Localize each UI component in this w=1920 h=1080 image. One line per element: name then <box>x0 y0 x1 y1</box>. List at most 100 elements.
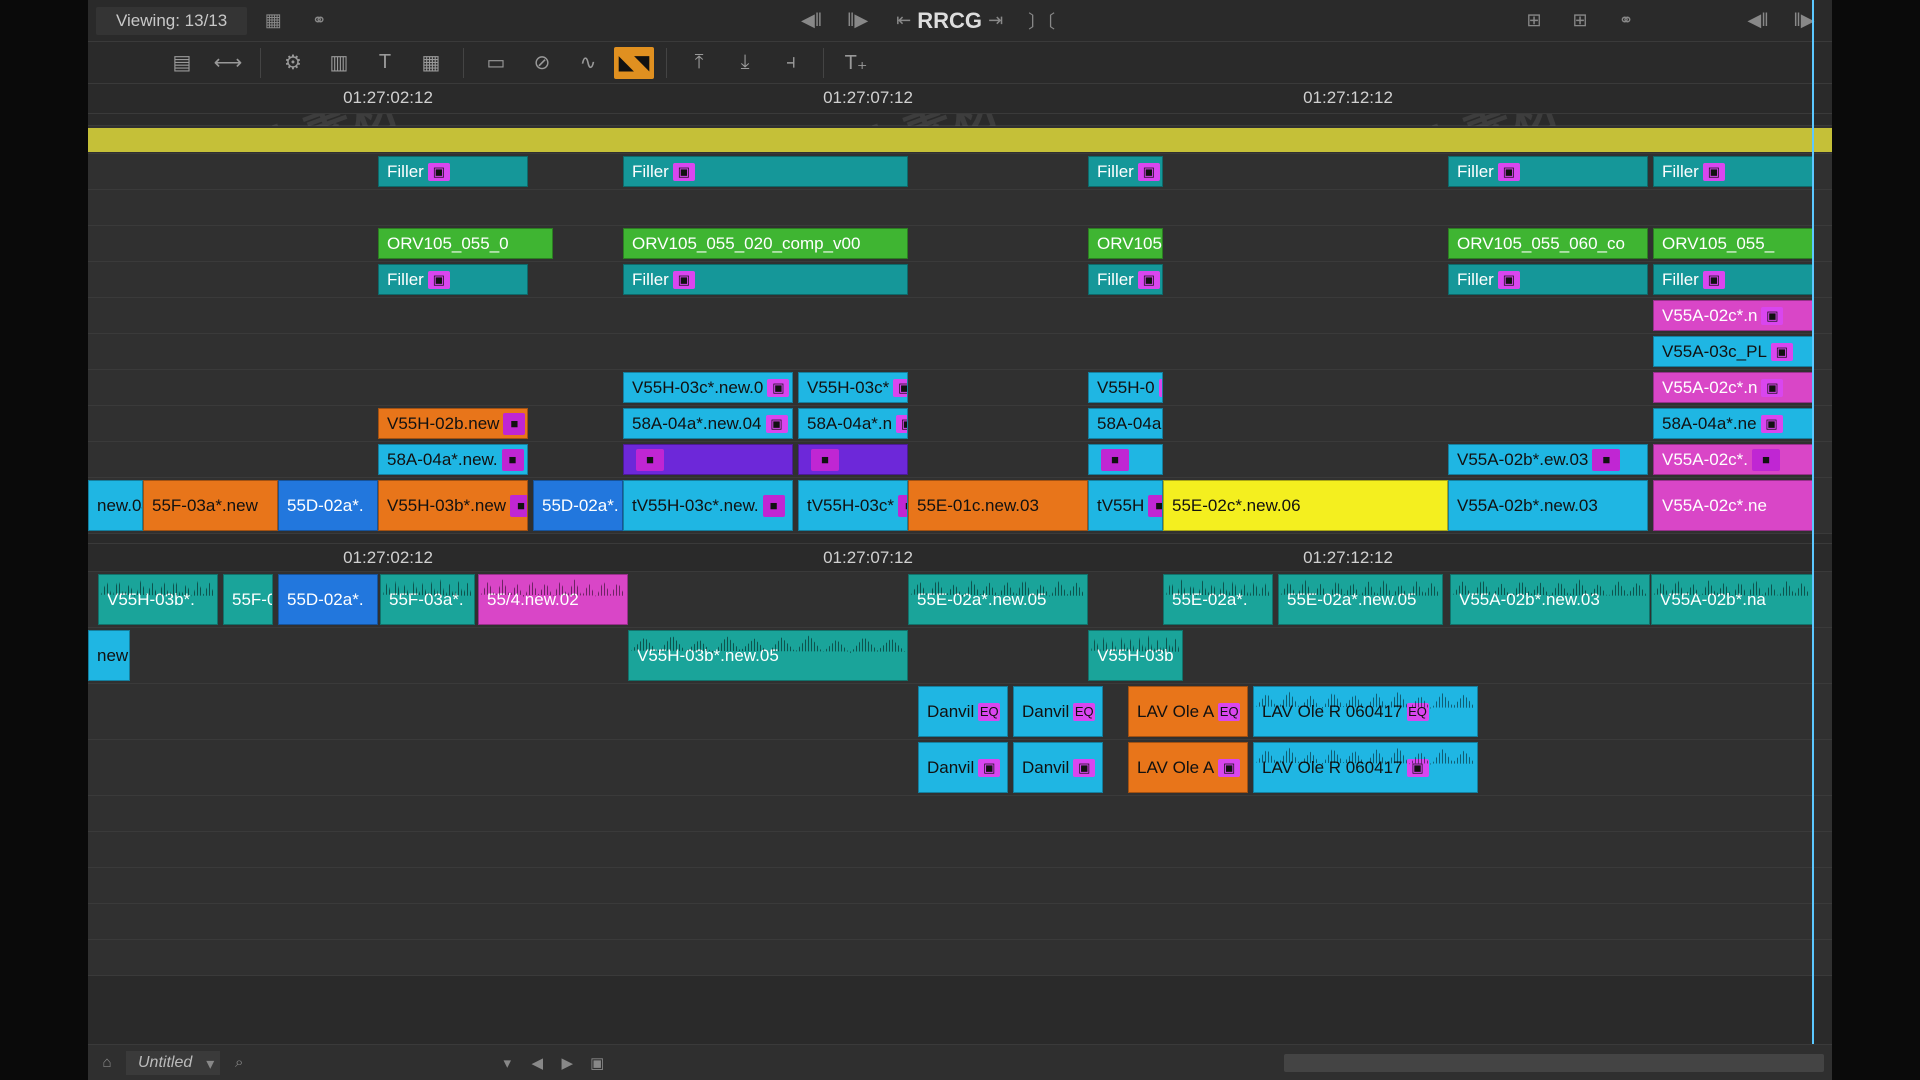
grid-icon[interactable]: ⊞ <box>1514 7 1554 35</box>
track-row[interactable] <box>88 796 1832 832</box>
clip[interactable]: 58A-04a*.new.■ <box>378 444 528 475</box>
clip[interactable]: ORV105 <box>1088 228 1163 259</box>
split-icon[interactable]: 〕〔 <box>1022 7 1062 35</box>
wave-icon[interactable]: ∿ <box>568 47 608 79</box>
clip[interactable]: 55D-02a*. <box>278 574 378 625</box>
clip[interactable]: V55H-0▣ <box>1088 372 1163 403</box>
clip[interactable]: new.04 <box>88 480 143 531</box>
overwrite-icon[interactable]: ⟷ <box>208 47 248 79</box>
clip[interactable]: V55A-02b*.na <box>1651 574 1813 625</box>
in-out-range[interactable] <box>88 126 1832 154</box>
clip[interactable]: LAV Ole A▣ <box>1128 742 1248 793</box>
clip[interactable]: LAV Ole R 060417▣ <box>1253 742 1478 793</box>
clip[interactable]: 55F-03a*. <box>380 574 475 625</box>
clip[interactable]: 55E-02a*.new.05 <box>908 574 1088 625</box>
track-row[interactable]: V55A-02c*.n▣ <box>88 298 1832 334</box>
clip[interactable]: ORV105_055_060_co <box>1448 228 1648 259</box>
clip[interactable]: tV55H■ <box>1088 480 1163 531</box>
clip[interactable]: V55A-02c*.n▣ <box>1653 300 1813 331</box>
clip[interactable]: Filler▣ <box>1088 156 1163 187</box>
step-back-icon[interactable]: ◀‖ <box>792 7 832 35</box>
clip[interactable]: ■ <box>623 444 793 475</box>
track-row[interactable]: V55A-03c_PL▣ <box>88 334 1832 370</box>
clip[interactable]: tV55H-03c*■ <box>798 480 908 531</box>
clip[interactable]: 58A-04a▣ <box>1088 408 1163 439</box>
clip[interactable]: V55H-03b*.new.05 <box>628 630 908 681</box>
clip[interactable]: LAV Ole R 060417EQ <box>1253 686 1478 737</box>
clip[interactable]: 55F-0 <box>223 574 273 625</box>
link-icon[interactable]: ⚭ <box>299 7 339 35</box>
track-row[interactable]: newV55H-03b*.new.05V55H-03b <box>88 628 1832 684</box>
track-row[interactable] <box>88 868 1832 904</box>
home-icon[interactable]: ⌂ <box>96 1052 118 1074</box>
clip[interactable]: 55E-02a*.new.05 <box>1278 574 1443 625</box>
track-row[interactable]: ORV105_055_0ORV105_055_020_comp_v00ORV10… <box>88 226 1832 262</box>
text-icon[interactable]: T <box>365 47 405 79</box>
clip[interactable]: Filler▣ <box>1088 264 1163 295</box>
align-top-icon[interactable]: ⤒ <box>679 47 719 79</box>
sequence-dropdown[interactable]: Untitled <box>126 1051 220 1075</box>
clip[interactable]: V55H-03b*.new■ <box>378 480 528 531</box>
align-mid-icon[interactable]: ⫞ <box>771 47 811 79</box>
tool-icon[interactable]: ▦ <box>253 7 293 35</box>
clip[interactable]: 55E-02a*. <box>1163 574 1273 625</box>
clip[interactable]: Filler▣ <box>1448 264 1648 295</box>
stop-icon[interactable]: ▣ <box>586 1052 608 1074</box>
clip[interactable]: V55H-03b <box>1088 630 1183 681</box>
track-row[interactable]: 58A-04a*.new.■■■■V55A-02b*.ew.03■V55A-02… <box>88 442 1832 478</box>
link2-icon[interactable]: ⚭ <box>1606 7 1646 35</box>
clip-icon[interactable]: ▭ <box>476 47 516 79</box>
clip[interactable]: V55A-02c*.■ <box>1653 444 1813 475</box>
track-row[interactable] <box>88 940 1832 976</box>
prev-icon[interactable]: ◀ <box>526 1052 548 1074</box>
search-icon[interactable]: ⌕ <box>228 1052 250 1074</box>
chevron-down-icon[interactable]: ▾ <box>496 1052 518 1074</box>
grid-icon[interactable]: ▦ <box>411 47 451 79</box>
track-row[interactable] <box>88 832 1832 868</box>
clip[interactable]: V55H-02b.new■ <box>378 408 528 439</box>
clip[interactable]: ORV105_055_0 <box>378 228 553 259</box>
film-icon[interactable]: ▥ <box>319 47 359 79</box>
clip[interactable]: Danvil▣ <box>918 742 1008 793</box>
clip[interactable]: Danvil▣ <box>1013 742 1103 793</box>
grid2-icon[interactable]: ⊞ <box>1560 7 1600 35</box>
clip[interactable]: Filler▣ <box>1448 156 1648 187</box>
clip[interactable]: 55F-03a*.new <box>143 480 278 531</box>
track-row[interactable]: V55H-03b*.55F-055D-02a*.55F-03a*.55/4.ne… <box>88 572 1832 628</box>
clip[interactable]: V55H-03c*▣ <box>798 372 908 403</box>
step-fwd-icon[interactable]: ‖▶ <box>838 7 878 35</box>
clip[interactable]: 58A-04a*.n▣ <box>798 408 908 439</box>
clip[interactable]: Filler▣ <box>1653 156 1813 187</box>
clip[interactable]: V55H-03b*. <box>98 574 218 625</box>
track-row[interactable] <box>88 190 1832 226</box>
playhead[interactable] <box>1812 0 1814 1080</box>
track-row[interactable] <box>88 904 1832 940</box>
go-end-icon[interactable]: ⇥ <box>976 7 1016 35</box>
h-scrollbar[interactable] <box>1284 1054 1824 1072</box>
track-row[interactable]: DanvilEQDanvilEQLAV Ole AEQLAV Ole R 060… <box>88 684 1832 740</box>
clip[interactable]: V55A-03c_PL▣ <box>1653 336 1813 367</box>
clip[interactable]: LAV Ole AEQ <box>1128 686 1248 737</box>
clip[interactable]: ■ <box>1088 444 1163 475</box>
track-row[interactable]: Filler▣Filler▣Filler▣Filler▣Filler▣ <box>88 262 1832 298</box>
align-bot-icon[interactable]: ⤓ <box>725 47 765 79</box>
sliders-icon[interactable]: ⚙ <box>273 47 313 79</box>
clip[interactable]: Filler▣ <box>378 264 528 295</box>
track-row[interactable]: Filler▣Filler▣Filler▣Filler▣Filler▣ <box>88 154 1832 190</box>
viewing-counter[interactable]: Viewing: 13/13 <box>96 7 247 35</box>
clip[interactable]: V55A-02b*.ew.03■ <box>1448 444 1648 475</box>
clip[interactable]: 58A-04a*.ne▣ <box>1653 408 1813 439</box>
next-icon[interactable]: ▶ <box>556 1052 578 1074</box>
track-row[interactable]: Danvil▣Danvil▣ LAV Ole A▣LAV Ole R 060417… <box>88 740 1832 796</box>
clip[interactable]: V55A-02b*.new.03 <box>1448 480 1648 531</box>
clip[interactable]: DanvilEQ <box>1013 686 1103 737</box>
title-icon[interactable]: T₊ <box>836 47 876 79</box>
clip[interactable]: 55/4.new.02 <box>478 574 628 625</box>
track-row[interactable]: V55H-02b.new■ 58A-04a*.new.04▣58A-04a*.n▣… <box>88 406 1832 442</box>
clip[interactable]: Filler▣ <box>623 264 908 295</box>
clip[interactable]: Filler▣ <box>623 156 908 187</box>
clip[interactable]: V55A-02b*.new.03 <box>1450 574 1650 625</box>
clip[interactable]: 58A-04a*.new.04▣ <box>623 408 793 439</box>
clip[interactable]: 55D-02a*. <box>278 480 378 531</box>
step-back2-icon[interactable]: ◀‖ <box>1738 7 1778 35</box>
